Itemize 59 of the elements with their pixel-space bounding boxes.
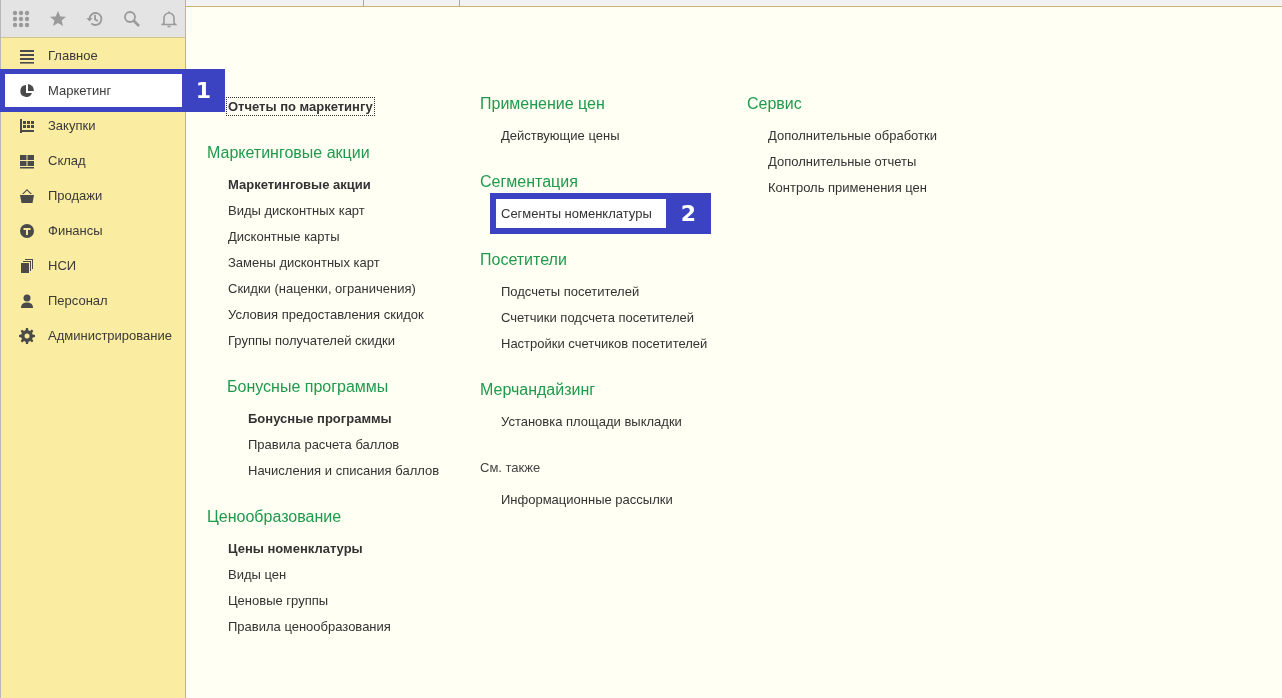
section-heading: Маркетинговые акции	[207, 143, 371, 163]
menu-link[interactable]: Начисления и списания баллов	[248, 462, 440, 478]
menu-link[interactable]: Бонусные программы	[248, 410, 392, 426]
sidebar-item[interactable]: Финансы	[1, 213, 185, 248]
menu-link[interactable]: Условия предоставления скидок	[228, 306, 424, 322]
star-icon[interactable]	[49, 9, 67, 28]
basket-icon	[19, 187, 35, 204]
menu-link[interactable]: Счетчики подсчета посетителей	[501, 309, 694, 325]
search-icon[interactable]	[123, 9, 141, 28]
sidebar-item[interactable]: Закупки	[1, 108, 185, 143]
menu-link[interactable]: Правила расчета баллов	[248, 436, 400, 452]
section-heading: Посетители	[480, 250, 568, 270]
sidebar-item[interactable]: НСИ	[1, 248, 185, 283]
menu-link[interactable]: Виды цен	[228, 566, 287, 582]
menu-link[interactable]: Информационные рассылки	[501, 491, 673, 507]
menu-link[interactable]: Скидки (наценки, ограничения)	[228, 280, 416, 296]
grid-icon	[19, 117, 35, 134]
section-heading: Сервис	[747, 94, 803, 114]
menu-link[interactable]: Настройки счетчиков посетителей	[501, 335, 708, 351]
history-icon[interactable]	[86, 9, 104, 28]
sidebar-item[interactable]: Склад	[1, 143, 185, 178]
section-heading: См. также	[480, 459, 542, 477]
sidebar-item[interactable]: Продажи	[1, 178, 185, 213]
menu-link[interactable]: Контроль применения цен	[768, 179, 927, 195]
section-heading: Ценообразование	[207, 507, 343, 527]
menu-link[interactable]: Установка площади выкладки	[501, 413, 682, 429]
menu-link[interactable]: Ценовые группы	[228, 592, 329, 608]
sidebar-item[interactable]: Маркетинг	[5, 74, 182, 107]
callout-number: 2	[679, 200, 698, 226]
menu-link[interactable]: Дисконтные карты	[228, 228, 340, 244]
menu-link[interactable]: Группы получателей скидки	[228, 332, 395, 348]
menu-link[interactable]: Виды дисконтных карт	[228, 202, 365, 218]
blocks-icon	[19, 152, 35, 169]
gear-icon	[19, 327, 35, 344]
documents-icon	[19, 257, 35, 274]
section-heading: Бонусные программы	[227, 377, 390, 397]
sidebar-item[interactable]: Администрирование	[1, 318, 185, 353]
menu-link[interactable]: Дополнительные обработки	[768, 127, 937, 143]
person-icon	[19, 292, 35, 309]
menu-link[interactable]: Отчеты по маркетингу	[228, 98, 373, 114]
menu-link[interactable]: Сегменты номенклатуры	[496, 198, 666, 228]
menu-link[interactable]: Подсчеты посетителей	[501, 283, 640, 299]
apps-grid-icon[interactable]	[12, 9, 30, 28]
menu-link[interactable]: Правила ценообразования	[228, 618, 391, 634]
section-heading: Мерчандайзинг	[480, 380, 597, 400]
menu-link[interactable]: Замены дисконтных карт	[228, 254, 380, 270]
menu-link[interactable]: Маркетинговые акции	[228, 176, 371, 192]
coin-icon	[19, 222, 35, 239]
pie-chart-icon	[19, 82, 35, 99]
menu-link[interactable]: Цены номенклатуры	[228, 540, 363, 556]
bell-icon[interactable]	[160, 9, 178, 28]
menu-link[interactable]: Дополнительные отчеты	[768, 153, 917, 169]
sidebar-item[interactable]: Главное	[1, 38, 185, 73]
menu-link[interactable]: Действующие цены	[501, 127, 620, 143]
callout-number: 1	[194, 78, 213, 103]
sidebar-item[interactable]: Персонал	[1, 283, 185, 318]
section-heading: Применение цен	[480, 94, 606, 114]
section-heading: Сегментация	[480, 172, 579, 192]
lines-icon	[19, 47, 35, 64]
